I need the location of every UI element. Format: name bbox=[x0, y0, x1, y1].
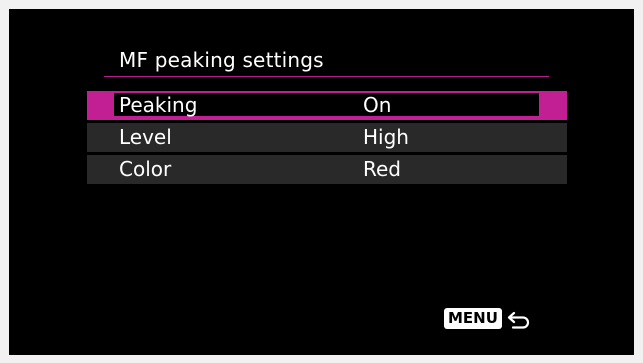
return-arrow-icon bbox=[506, 309, 532, 329]
setting-label: Peaking bbox=[119, 93, 198, 117]
menu-back-button[interactable]: MENU bbox=[444, 306, 532, 331]
setting-row-level[interactable]: Level High bbox=[87, 123, 567, 152]
setting-label: Level bbox=[119, 125, 172, 149]
setting-value: High bbox=[363, 125, 409, 149]
setting-row-color[interactable]: Color Red bbox=[87, 155, 567, 184]
setting-label: Color bbox=[119, 157, 172, 181]
menu-label: MENU bbox=[444, 308, 502, 329]
title-divider bbox=[104, 76, 549, 77]
setting-value: On bbox=[363, 93, 392, 117]
setting-row-peaking[interactable]: Peaking On bbox=[87, 91, 567, 120]
page-title: MF peaking settings bbox=[119, 48, 324, 72]
settings-list: Peaking On Level High Color Red bbox=[87, 91, 567, 187]
setting-value: Red bbox=[363, 157, 401, 181]
camera-screen: MF peaking settings Peaking On Level Hig… bbox=[9, 9, 634, 355]
